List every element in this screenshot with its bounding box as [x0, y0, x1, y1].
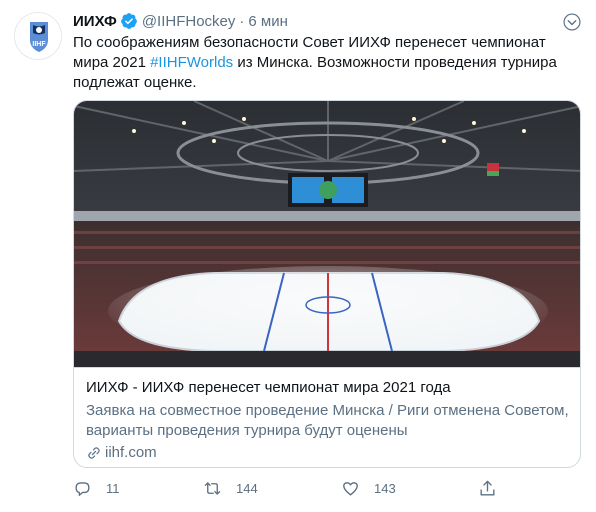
link-icon — [88, 447, 100, 459]
verified-badge-icon — [120, 13, 137, 29]
logo-lettering: IIHF — [32, 41, 46, 48]
card-domain: iihf.com — [86, 443, 570, 463]
arena-photo — [74, 101, 580, 367]
tweet-text: По соображениям безопасности Совет ИИХФ … — [73, 33, 578, 93]
chevron-down-icon[interactable] — [562, 12, 582, 32]
tweet-header: ИИХФ @IIHFHockey · 6 мин — [73, 10, 288, 32]
card-description: Заявка на совместное проведение Минска /… — [86, 402, 569, 439]
heart-icon — [343, 481, 358, 496]
retweet-icon — [204, 481, 221, 495]
reply-count: 11 — [106, 480, 120, 496]
account-handle[interactable]: @IIHFHockey — [142, 13, 236, 30]
like-count: 143 — [374, 480, 396, 496]
retweet-count: 144 — [236, 480, 258, 496]
account-name[interactable]: ИИХФ — [73, 13, 117, 30]
action-bar: 11 144 143 — [73, 476, 503, 500]
iihf-logo-icon: IIHF — [15, 13, 61, 59]
card-domain-text: iihf.com — [105, 444, 157, 461]
avatar[interactable]: IIHF — [14, 12, 62, 60]
link-card[interactable]: ИИХФ - ИИХФ перенесет чемпионат мира 202… — [73, 100, 581, 468]
share-button[interactable] — [478, 476, 497, 500]
like-button[interactable]: 143 — [341, 476, 396, 500]
reply-icon — [75, 481, 90, 496]
reply-button[interactable]: 11 — [73, 476, 120, 500]
hashtag-link[interactable]: #IIHFWorlds — [150, 54, 233, 71]
tweet[interactable]: IIHF ИИХФ @IIHFHockey · 6 мин По соображ… — [0, 0, 596, 512]
card-title[interactable]: ИИХФ - ИИХФ перенесет чемпионат мира 202… — [86, 378, 570, 398]
card-body: ИИХФ - ИИХФ перенесет чемпионат мира 202… — [74, 367, 580, 467]
retweet-button[interactable]: 144 — [203, 476, 258, 500]
separator-dot: · — [239, 12, 245, 30]
tweet-time[interactable]: 6 мин — [248, 13, 288, 30]
share-icon — [480, 480, 495, 496]
